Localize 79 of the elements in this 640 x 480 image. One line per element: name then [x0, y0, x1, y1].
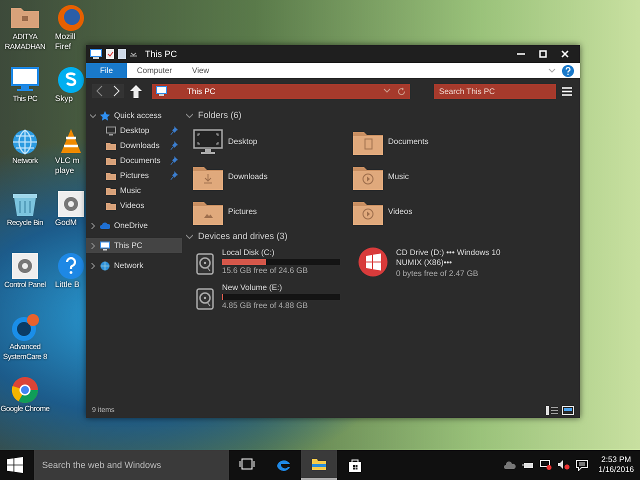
drive-name[interactable]: New Volume (E:) [222, 283, 340, 293]
monitor-icon[interactable] [9, 64, 41, 94]
desktop-icon-label[interactable]: GodM [55, 218, 77, 228]
sidebar-item[interactable]: Music [86, 183, 182, 198]
search-field[interactable]: Search the web and Windows [34, 450, 229, 480]
chrome-icon[interactable] [9, 374, 41, 404]
clock-date[interactable]: 1/16/2016 [598, 465, 634, 475]
folder-label[interactable]: Documents [388, 137, 428, 146]
desktop-icon-label[interactable]: Skyp [55, 94, 73, 104]
free-space-text: 0 bytes free of 2.47 GB [396, 269, 480, 278]
desktop-icon-label[interactable]: Little B [55, 280, 80, 290]
desktop-icon-label[interactable]: VLC m playe [55, 156, 80, 176]
windows-start-icon[interactable] [7, 457, 23, 473]
drive-name[interactable]: CD Drive (D:) ••• Windows 10 NUMIX (X86)••• [396, 248, 526, 268]
pin-icon[interactable] [170, 141, 178, 150]
folder-label[interactable]: Pictures [228, 207, 257, 216]
pin-icon[interactable] [170, 171, 178, 180]
free-space-text: 4.85 GB free of 4.88 GB [222, 301, 309, 310]
desktop-icon-label[interactable]: Mozill Firef [55, 32, 76, 52]
properties-icon[interactable] [106, 49, 114, 59]
collapse-chevron-icon[interactable] [186, 232, 193, 240]
maximize-icon[interactable] [538, 49, 548, 59]
sidebar-item[interactable]: Network [86, 258, 182, 273]
sidebar-item[interactable]: OneDrive [86, 218, 182, 233]
close-icon[interactable] [560, 49, 570, 59]
window-title: This PC [145, 49, 178, 59]
folder-icon [311, 456, 327, 472]
power-plug-icon[interactable] [522, 460, 534, 470]
sidebar-item[interactable]: Pictures [86, 168, 182, 183]
cloud-icon[interactable] [504, 460, 516, 470]
clock-time[interactable]: 2:53 PM [598, 455, 634, 465]
notifications-icon[interactable] [576, 460, 588, 470]
menu-icon[interactable] [562, 86, 572, 96]
section-heading: Devices and drives (3) [198, 231, 288, 241]
monitor-icon [106, 126, 116, 136]
expand-chevron-icon[interactable] [90, 242, 96, 248]
search-field[interactable]: Search This PC [434, 84, 556, 98]
shopping-bag-icon [347, 457, 363, 473]
pin-icon[interactable] [170, 126, 178, 135]
taskbar-app-button[interactable] [301, 450, 337, 480]
dropdown-caret-icon[interactable] [130, 52, 137, 56]
star-icon [100, 110, 110, 120]
pin-icon[interactable] [170, 156, 178, 165]
sidebar-item[interactable]: Desktop [86, 123, 182, 138]
free-space-text: 15.6 GB free of 24.6 GB [222, 266, 309, 275]
monitor-icon [100, 240, 110, 250]
sidebar-item[interactable]: Videos [86, 198, 182, 213]
folder-label[interactable]: Videos [388, 207, 412, 216]
collapse-chevron-icon[interactable] [90, 112, 96, 118]
large-icons-view-icon[interactable] [562, 406, 574, 415]
ribbon-tab[interactable]: File [86, 63, 127, 78]
monitor-icon[interactable] [90, 49, 102, 59]
section-heading: Folders (6) [198, 110, 242, 120]
collapse-chevron-icon[interactable] [186, 112, 193, 118]
network-error-icon[interactable] [540, 460, 552, 470]
monitor-icon[interactable] [192, 128, 224, 156]
ribbon-tab[interactable]: View [182, 63, 220, 78]
up-arrow-icon[interactable] [130, 84, 142, 98]
drive-name[interactable]: Local Disk (C:) [222, 248, 340, 258]
windows-logo-icon[interactable] [358, 247, 388, 277]
cloud-icon [100, 220, 110, 230]
address-bar[interactable]: This PC [152, 84, 410, 98]
monitor-icon [156, 86, 167, 96]
help-icon[interactable] [55, 250, 87, 280]
refresh-icon[interactable] [397, 86, 406, 96]
sidebar-item[interactable]: Documents [86, 153, 182, 168]
speaker-muted-icon[interactable] [558, 460, 570, 470]
sidebar-item[interactable]: Downloads [86, 138, 182, 153]
globe-icon [100, 260, 110, 270]
expand-chevron-icon[interactable] [90, 262, 96, 268]
skype-icon[interactable] [55, 64, 87, 94]
details-view-icon[interactable] [546, 406, 558, 415]
sidebar-item[interactable]: This PC [86, 238, 182, 253]
ribbon-tab[interactable]: Computer [126, 63, 182, 78]
folder-label[interactable]: Music [388, 172, 409, 181]
sidebar-item[interactable]: Quick access [86, 108, 182, 123]
expand-chevron-icon[interactable] [90, 222, 96, 228]
folder-label[interactable]: Desktop [228, 137, 258, 146]
folder-label[interactable]: Downloads [228, 172, 268, 181]
